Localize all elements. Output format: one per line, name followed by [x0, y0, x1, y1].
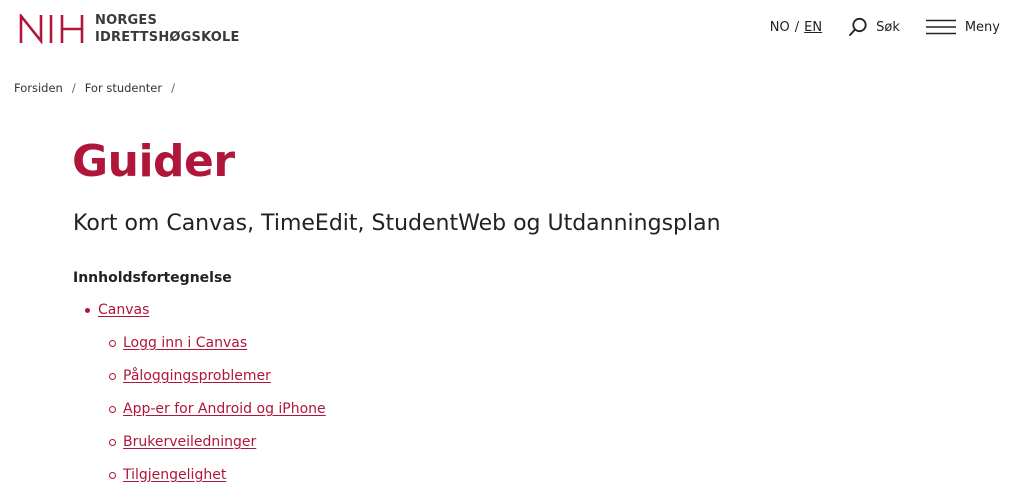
logo-line-2: IDRETTSHØGSKOLE: [95, 30, 240, 45]
site-header: NORGES IDRETTSHØGSKOLE NO / EN Søk Meny: [0, 0, 1024, 60]
circle-bullet-icon: [109, 471, 116, 479]
logo-text: NORGES IDRETTSHØGSKOLE: [95, 12, 240, 46]
breadcrumb-separator: /: [171, 81, 175, 95]
header-actions: NO / EN Søk Meny: [770, 17, 1000, 37]
breadcrumb: Forsiden / For studenter /: [14, 81, 184, 95]
table-of-contents: Canvas Logg inn i Canvas Påloggingsprobl…: [85, 300, 326, 485]
toc-section: Canvas Logg inn i Canvas Påloggingsprobl…: [85, 300, 326, 485]
lang-en-link[interactable]: EN: [804, 20, 822, 35]
menu-label: Meny: [964, 19, 1000, 35]
nih-logo-icon: [19, 14, 84, 44]
toc-link-logg-inn[interactable]: Logg inn i Canvas: [123, 335, 247, 351]
breadcrumb-item-for-studenter[interactable]: For studenter: [85, 81, 162, 95]
search-icon: [849, 17, 867, 36]
toc-subitem: Påloggingsproblemer: [109, 366, 326, 386]
menu-button[interactable]: Meny: [925, 19, 1000, 35]
lang-no: NO: [769, 19, 790, 35]
toc-link-canvas[interactable]: Canvas: [98, 302, 149, 318]
toc-subitem: Logg inn i Canvas: [109, 333, 326, 353]
toc-link-tilgjengelighet[interactable]: Tilgjengelighet: [123, 467, 226, 483]
circle-bullet-icon: [109, 339, 116, 347]
search-button[interactable]: Søk: [848, 17, 900, 37]
breadcrumb-separator: /: [71, 81, 76, 95]
toc-link-paloggingsproblemer[interactable]: Påloggingsproblemer: [123, 368, 271, 384]
lang-separator: /: [794, 19, 800, 35]
language-switcher: NO / EN: [770, 20, 822, 35]
page-title: Guider: [72, 136, 235, 187]
toc-link-app-er[interactable]: App-er for Android og iPhone: [123, 401, 326, 417]
toc-link-brukerveiledninger[interactable]: Brukerveiledninger: [123, 434, 256, 450]
toc-subitem: App-er for Android og iPhone: [109, 399, 326, 419]
bullet-icon: [85, 307, 90, 313]
toc-sublist: Logg inn i Canvas Påloggingsproblemer Ap…: [109, 333, 326, 485]
breadcrumb-item-forsiden[interactable]: Forsiden: [14, 81, 63, 95]
circle-bullet-icon: [109, 438, 116, 446]
logo-line-1: NORGES: [95, 13, 158, 28]
search-label: Søk: [876, 19, 900, 35]
circle-bullet-icon: [109, 405, 116, 413]
toc-subitem: Brukerveiledninger: [109, 432, 326, 452]
page-lead: Kort om Canvas, TimeEdit, StudentWeb og …: [73, 211, 721, 236]
circle-bullet-icon: [109, 372, 116, 380]
toc-item: Canvas: [85, 300, 326, 320]
logo-link[interactable]: NORGES IDRETTSHØGSKOLE: [19, 12, 240, 46]
hamburger-menu-icon: [925, 19, 956, 35]
toc-heading: Innholdsfortegnelse: [73, 270, 232, 286]
toc-subitem: Tilgjengelighet: [109, 465, 326, 485]
